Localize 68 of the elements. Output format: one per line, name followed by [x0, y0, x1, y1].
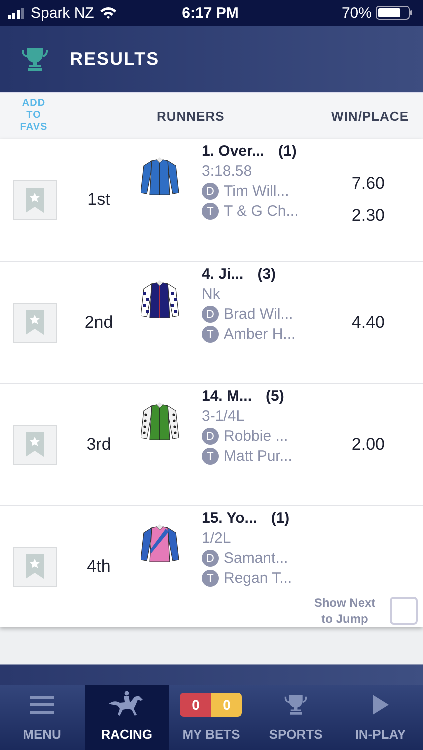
dividend-value: 4.40 [352, 312, 385, 332]
barrier-number: (5) [266, 388, 284, 405]
driver-name: Robbie ... [224, 428, 288, 445]
driver-name: Tim Will... [224, 183, 290, 200]
nav-tab[interactable]: 0 0 MY BETS [169, 685, 254, 750]
driver-name: Brad Wil... [224, 306, 294, 323]
trainer-name: Matt Pur... [224, 448, 292, 465]
battery-icon [376, 6, 413, 20]
column-header: WIN/PLACE [332, 108, 409, 124]
driver-badge: D [202, 550, 219, 567]
column-header: RUNNERS [157, 108, 225, 124]
runner-name: 4. Ji... [202, 266, 244, 283]
add-to-favs-button[interactable] [13, 180, 57, 220]
driver-badge: D [202, 306, 219, 323]
driver-name: Samant... [224, 550, 288, 567]
finish-margin: 3-1/4L [202, 408, 246, 425]
runner-name: 15. Yo... [202, 510, 258, 527]
nav-tab[interactable]: IN-PLAY [338, 685, 423, 750]
add-to-favs-button[interactable] [13, 424, 57, 464]
dividend-value: 7.60 [352, 174, 385, 194]
finish-position: 1st [86, 190, 112, 210]
finish-margin: Nk [202, 286, 222, 303]
driver-badge: D [202, 428, 219, 445]
barrier-number: (1) [271, 510, 290, 527]
menu-icon [30, 695, 54, 715]
bookmark-icon [26, 432, 44, 457]
driver-badge: D [202, 183, 219, 200]
trophy-icon [21, 46, 49, 72]
runner-name: 14. M... [202, 388, 252, 405]
barrier-number: (3) [258, 266, 276, 283]
trainer-badge: T [202, 570, 219, 587]
bet-count: 0 [211, 693, 242, 717]
trainer-badge: T [202, 326, 219, 343]
barrier-number: (1) [278, 143, 297, 160]
next-to-jump-label: Show Next to Jump [313, 595, 377, 627]
bookmark-icon [26, 310, 44, 335]
finish-position: 2nd [84, 312, 114, 332]
finish-margin: 3:18.58 [202, 163, 254, 180]
trainer-name: T & G Ch... [224, 203, 299, 220]
next-to-jump-checkbox[interactable] [390, 597, 418, 625]
signal-icon [8, 8, 25, 18]
bookmark-icon [26, 188, 44, 212]
finish-position: 3rd [86, 434, 112, 454]
bookmark-icon [26, 554, 44, 579]
carrier-name: Spark NZ [31, 4, 94, 22]
wifi-icon [100, 7, 118, 19]
nav-tab[interactable]: MENU [0, 685, 85, 750]
page-title: RESULTS [70, 48, 160, 70]
nav-tab[interactable]: RACING [84, 685, 170, 750]
nav-tab[interactable]: SPORTS [254, 685, 338, 750]
finish-position: 4th [86, 556, 112, 576]
add-to-favs-button[interactable] [13, 546, 57, 586]
trophy-icon [284, 694, 308, 716]
add-to-favs-button[interactable] [13, 302, 57, 342]
trainer-badge: T [202, 203, 219, 220]
clock-time: 6:17 PM [182, 4, 239, 22]
dividend-value: 2.00 [352, 434, 385, 454]
battery-percent: 70% [342, 4, 372, 22]
finish-margin: 1/2L [202, 530, 232, 547]
column-header: ADD TO FAVS [19, 98, 49, 134]
runner-name: 1. Over... [202, 143, 265, 160]
trainer-badge: T [202, 448, 219, 465]
trainer-name: Regan T... [224, 570, 292, 587]
trainer-name: Amber H... [224, 326, 296, 343]
horse-and-jockey-icon [108, 691, 145, 719]
play-icon [372, 695, 389, 715]
dividend-value: 2.30 [352, 206, 385, 226]
bet-count: 0 [180, 693, 212, 717]
